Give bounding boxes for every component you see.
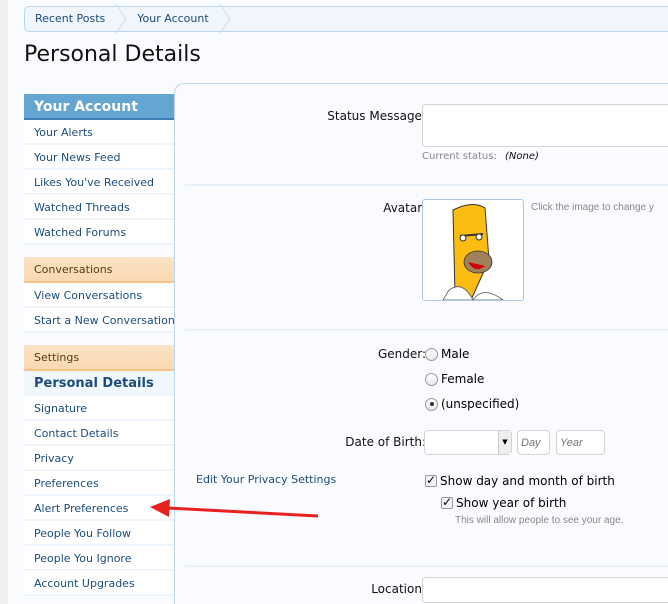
gender-unspecified-radio[interactable]: (unspecified) — [425, 397, 519, 411]
sidebar-item-watched-threads[interactable]: Watched Threads — [24, 195, 174, 220]
sidebar-item-likes[interactable]: Likes You've Received — [24, 170, 174, 195]
dob-month-select[interactable]: ▼ — [424, 430, 512, 455]
sidebar-section-conversations: Conversations — [24, 257, 174, 283]
dob-label: Date of Birth: — [345, 435, 426, 449]
radio-icon[interactable] — [425, 372, 438, 386]
red-arrow-annotation — [150, 499, 319, 518]
sidebar-item-people-you-ignore[interactable]: People You Ignore — [24, 546, 174, 571]
sidebar-header[interactable]: Your Account — [24, 94, 174, 120]
dob-year-input[interactable] — [556, 430, 605, 455]
sidebar-item-personal-details[interactable]: Personal Details — [24, 371, 174, 396]
checkbox-checked-icon[interactable]: ✓ — [441, 496, 453, 509]
location-input[interactable] — [422, 577, 668, 603]
gender-male-label: Male — [441, 347, 470, 361]
breadcrumb-your-account[interactable]: Your Account — [127, 7, 230, 31]
divider — [185, 565, 668, 567]
avatar-image[interactable] — [422, 199, 524, 301]
status-message-input[interactable] — [422, 104, 668, 147]
sidebar-item-preferences[interactable]: Preferences — [24, 471, 174, 496]
sidebar-item-account-upgrades[interactable]: Account Upgrades — [24, 571, 174, 596]
show-year-hint: This will allow people to see your age. — [455, 515, 624, 526]
sidebar-item-view-conversations[interactable]: View Conversations — [24, 283, 174, 308]
gender-label: Gender: — [377, 347, 426, 361]
location-label: Location: — [371, 582, 426, 596]
show-day-month-label: Show day and month of birth — [440, 474, 615, 488]
sidebar-item-watched-forums[interactable]: Watched Forums — [24, 220, 174, 245]
form-panel: Status Message: Current status: (None) A… — [174, 83, 668, 604]
breadcrumb-recent-posts[interactable]: Recent Posts — [25, 7, 127, 31]
sidebar-item-your-alerts[interactable]: Your Alerts — [24, 120, 174, 145]
current-status-label: Current status: — [422, 151, 497, 162]
radio-selected-icon[interactable] — [425, 397, 438, 411]
page-edge — [0, 0, 8, 604]
checkbox-checked-icon[interactable]: ✓ — [425, 474, 437, 487]
sidebar-item-news-feed[interactable]: Your News Feed — [24, 145, 174, 170]
avatar-homer-icon — [442, 204, 505, 301]
gender-male-radio[interactable]: Male — [425, 347, 469, 361]
sidebar-item-contact-details[interactable]: Contact Details — [24, 421, 174, 446]
show-year-label: Show year of birth — [456, 496, 567, 510]
sidebar-item-start-conversation[interactable]: Start a New Conversation — [24, 308, 175, 333]
arrow-head — [150, 499, 170, 517]
status-label: Status Message: — [327, 109, 426, 123]
arrow-shaft — [167, 506, 319, 518]
breadcrumb: Recent Posts Your Account — [24, 6, 668, 32]
dropdown-arrow-icon: ▼ — [498, 431, 511, 454]
dob-day-input[interactable] — [517, 430, 550, 455]
sidebar-item-privacy[interactable]: Privacy — [24, 446, 174, 471]
gender-unspecified-label: (unspecified) — [441, 397, 520, 411]
avatar-hint: Click the image to change y — [531, 202, 654, 213]
show-day-month-checkbox[interactable]: ✓ Show day and month of birth — [425, 474, 615, 488]
sidebar-item-signature[interactable]: Signature — [24, 396, 174, 421]
radio-icon[interactable] — [425, 347, 438, 361]
divider — [185, 184, 668, 186]
edit-privacy-link[interactable]: Edit Your Privacy Settings — [196, 473, 336, 486]
page-title: Personal Details — [24, 42, 201, 67]
current-status-value: (None) — [505, 151, 539, 162]
show-year-checkbox[interactable]: ✓ Show year of birth — [441, 496, 566, 510]
divider — [185, 329, 668, 331]
gender-female-radio[interactable]: Female — [425, 372, 484, 386]
sidebar-section-settings: Settings — [24, 345, 174, 371]
avatar-label: Avatar: — [383, 201, 426, 215]
gender-female-label: Female — [441, 372, 485, 386]
